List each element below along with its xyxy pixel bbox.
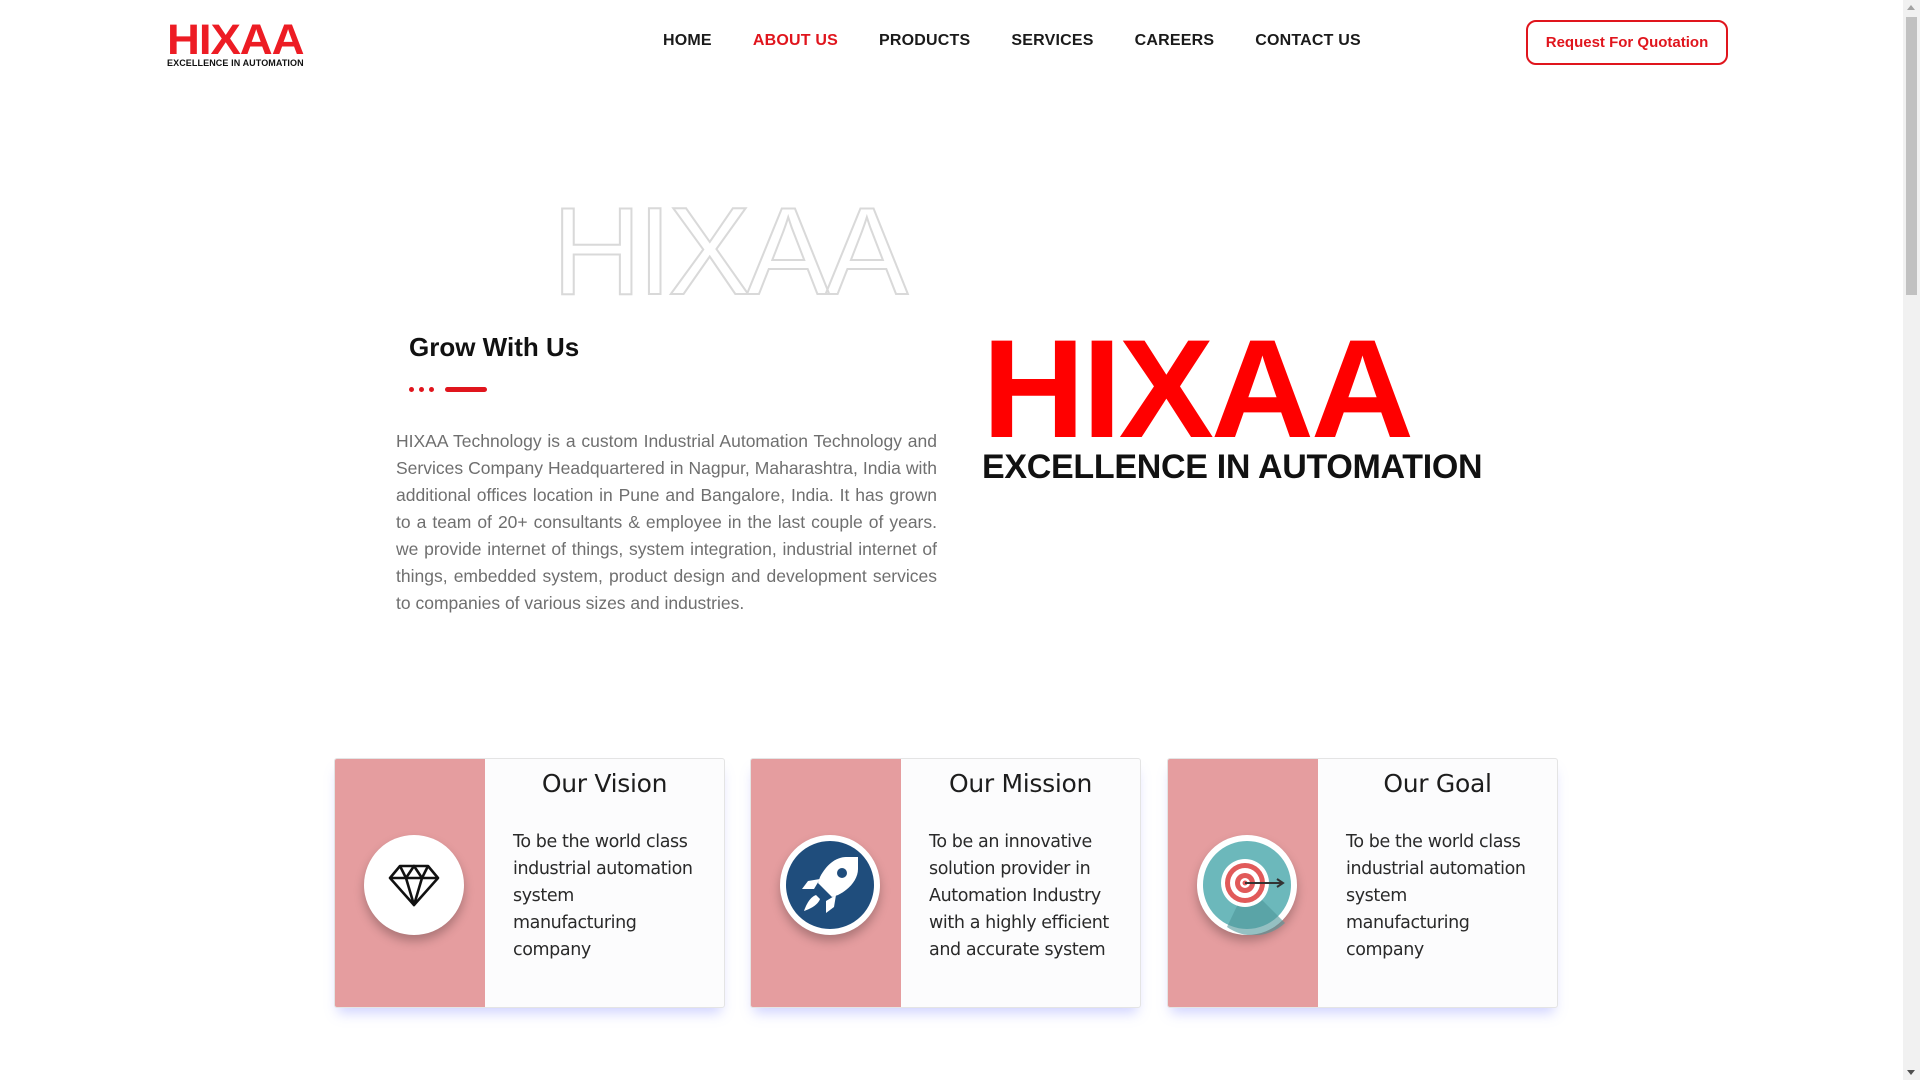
nav-about-us[interactable]: ABOUT US [753,32,838,50]
vision-icon-circle [364,835,464,935]
card-text: To be the world class industrial automat… [1346,832,1526,960]
divider-dot [419,387,424,392]
vision-card: Our Vision To be the world class industr… [334,758,725,1008]
logo-wordmark: HIXAA [167,16,305,64]
diamond-icon [388,864,440,907]
nav-careers[interactable]: CAREERS [1135,32,1215,50]
hixaa-brand-logo: HIXAA EXCELLENCE IN AUTOMATION [982,319,1497,486]
card-side-panel [1168,759,1318,1007]
card-body: Our Mission To be an innovative solution… [901,759,1140,1007]
card-text: To be the world class industrial automat… [513,832,693,960]
page-scrollbar[interactable] [1903,0,1920,1080]
card-side-panel [335,759,485,1007]
card-title: Our Mission [948,769,1093,798]
mission-card: Our Mission To be an innovative solution… [750,758,1141,1008]
goal-card: Our Goal To be the world class industria… [1167,758,1558,1008]
nav-products[interactable]: PRODUCTS [879,32,970,50]
hixaa-watermark: HIXAA [551,196,913,306]
divider-dot [429,387,434,392]
divider-bar [445,387,487,392]
target-icon [1199,837,1295,935]
divider-dot [409,387,414,392]
scroll-up-arrow-icon[interactable] [1907,5,1915,10]
card-side-panel [751,759,901,1007]
goal-icon-circle [1197,835,1297,935]
scroll-down-arrow-icon[interactable] [1907,1070,1915,1075]
watermark-text: HIXAA [552,196,908,306]
mission-icon-circle [780,835,880,935]
nav-contact-us[interactable]: CONTACT US [1255,32,1361,50]
section-title: Grow With Us [409,332,580,362]
rocket-icon [782,837,878,933]
card-body: Our Goal To be the world class industria… [1318,759,1557,1007]
nav-home[interactable]: HOME [663,32,712,50]
site-logo[interactable]: HIXAA EXCELLENCE IN AUTOMATION [167,19,317,69]
scrollbar-thumb[interactable] [1906,17,1917,295]
card-body: Our Vision To be the world class industr… [485,759,724,1007]
title-divider [409,387,487,392]
brand-logo-wordmark: HIXAA [982,310,1414,467]
about-description: HIXAA Technology is a custom Industrial … [396,431,937,613]
card-text: To be an innovative solution provider in… [929,832,1109,960]
card-title: Our Goal [1383,769,1492,798]
request-quotation-button[interactable]: Request For Quotation [1526,20,1728,65]
main-nav: HOME ABOUT US PRODUCTS SERVICES CAREERS … [663,32,1361,50]
nav-services[interactable]: SERVICES [1011,32,1093,50]
card-title: Our Vision [541,769,668,798]
